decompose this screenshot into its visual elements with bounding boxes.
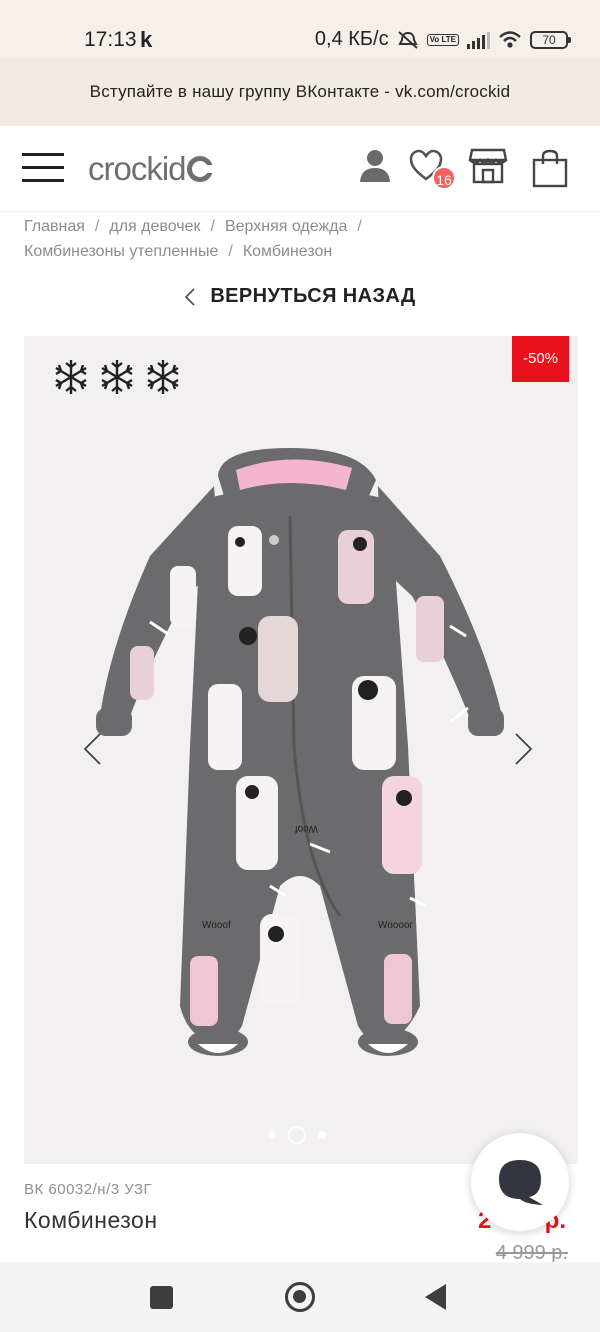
print-text: Woof (295, 823, 318, 834)
logo-text: crockid (88, 150, 187, 187)
gallery-dot[interactable] (268, 1131, 276, 1139)
product-image: Woof Wooof Woooor (96, 448, 504, 1056)
discount-badge: -50% (512, 336, 569, 382)
chat-icon (499, 1160, 543, 1205)
chat-button[interactable] (471, 1133, 569, 1231)
gallery-next-arrow-icon[interactable] (514, 732, 534, 766)
store-icon[interactable] (468, 148, 508, 184)
status-time: 17:13 (84, 28, 137, 51)
promo-banner[interactable]: Вступайте в нашу группу ВКонтакте - vk.c… (0, 58, 600, 126)
carrier-icon: k (140, 27, 153, 52)
product-gallery[interactable]: -50% Woof Wooof Woooor (24, 336, 578, 1164)
wishlist-count-badge: 16 (432, 166, 456, 190)
gallery-pagination (268, 1126, 326, 1144)
site-header: crockid (0, 126, 600, 212)
gallery-dot[interactable] (318, 1131, 326, 1139)
product-name: Комбинезон (24, 1207, 158, 1233)
wifi-icon (499, 30, 521, 48)
user-icon[interactable] (358, 148, 392, 184)
chevron-left-icon (185, 287, 195, 306)
promo-text: Вступайте в нашу группу ВКонтакте - vk.c… (89, 82, 511, 101)
battery-icon: 70 (530, 30, 571, 49)
volte-icon: Vo LTE (426, 33, 459, 46)
back-icon[interactable] (425, 1284, 446, 1310)
breadcrumb: Главная / для девочек / Верхняя одежда / Комб… (24, 214, 584, 264)
signal-icon (467, 31, 490, 49)
recent-apps-icon[interactable] (150, 1286, 173, 1309)
status-bar: 17:13 k 0,4 КБ/с Vo LTE 70 (0, 0, 600, 58)
menu-icon[interactable] (22, 153, 64, 183)
breadcrumb-separator: / (94, 218, 100, 235)
breadcrumb-item[interactable]: Главная (24, 218, 85, 235)
cart-icon[interactable] (530, 148, 570, 188)
print-text: Wooof (202, 920, 231, 931)
product-sku: ВК 60032/н/3 УЗГ (24, 1181, 153, 1198)
status-icons: 0,4 КБ/с Vo LTE 70 (314, 28, 571, 51)
back-link[interactable]: ВЕРНУТЬСЯ НАЗАД (0, 285, 600, 308)
breadcrumb-item[interactable]: Комбинезоны утепленные (24, 243, 218, 260)
breadcrumb-separator: / (228, 243, 233, 260)
back-link-label: ВЕРНУТЬСЯ НАЗАД (210, 285, 416, 307)
breadcrumb-item[interactable]: Верхняя одежда (225, 218, 347, 235)
breadcrumb-item-current: Комбинезон (242, 243, 333, 260)
logo-mark-icon (186, 156, 214, 182)
home-icon[interactable] (285, 1282, 315, 1312)
warmth-rating (52, 358, 182, 396)
breadcrumb-separator: / (210, 218, 215, 235)
gallery-prev-arrow-icon[interactable] (82, 732, 102, 766)
system-nav-bar (0, 1262, 600, 1332)
network-speed: 0,4 КБ/с (314, 28, 389, 50)
gallery-dot-active[interactable] (288, 1126, 306, 1144)
snowflake-icon (147, 360, 179, 394)
mute-icon (397, 30, 418, 49)
print-text: Woooor (378, 920, 414, 931)
breadcrumb-separator: / (357, 218, 362, 235)
snowflake-icon (55, 360, 87, 394)
logo[interactable]: crockid (88, 150, 214, 188)
breadcrumb-item[interactable]: для девочек (109, 218, 200, 235)
snowflake-icon (101, 360, 133, 394)
